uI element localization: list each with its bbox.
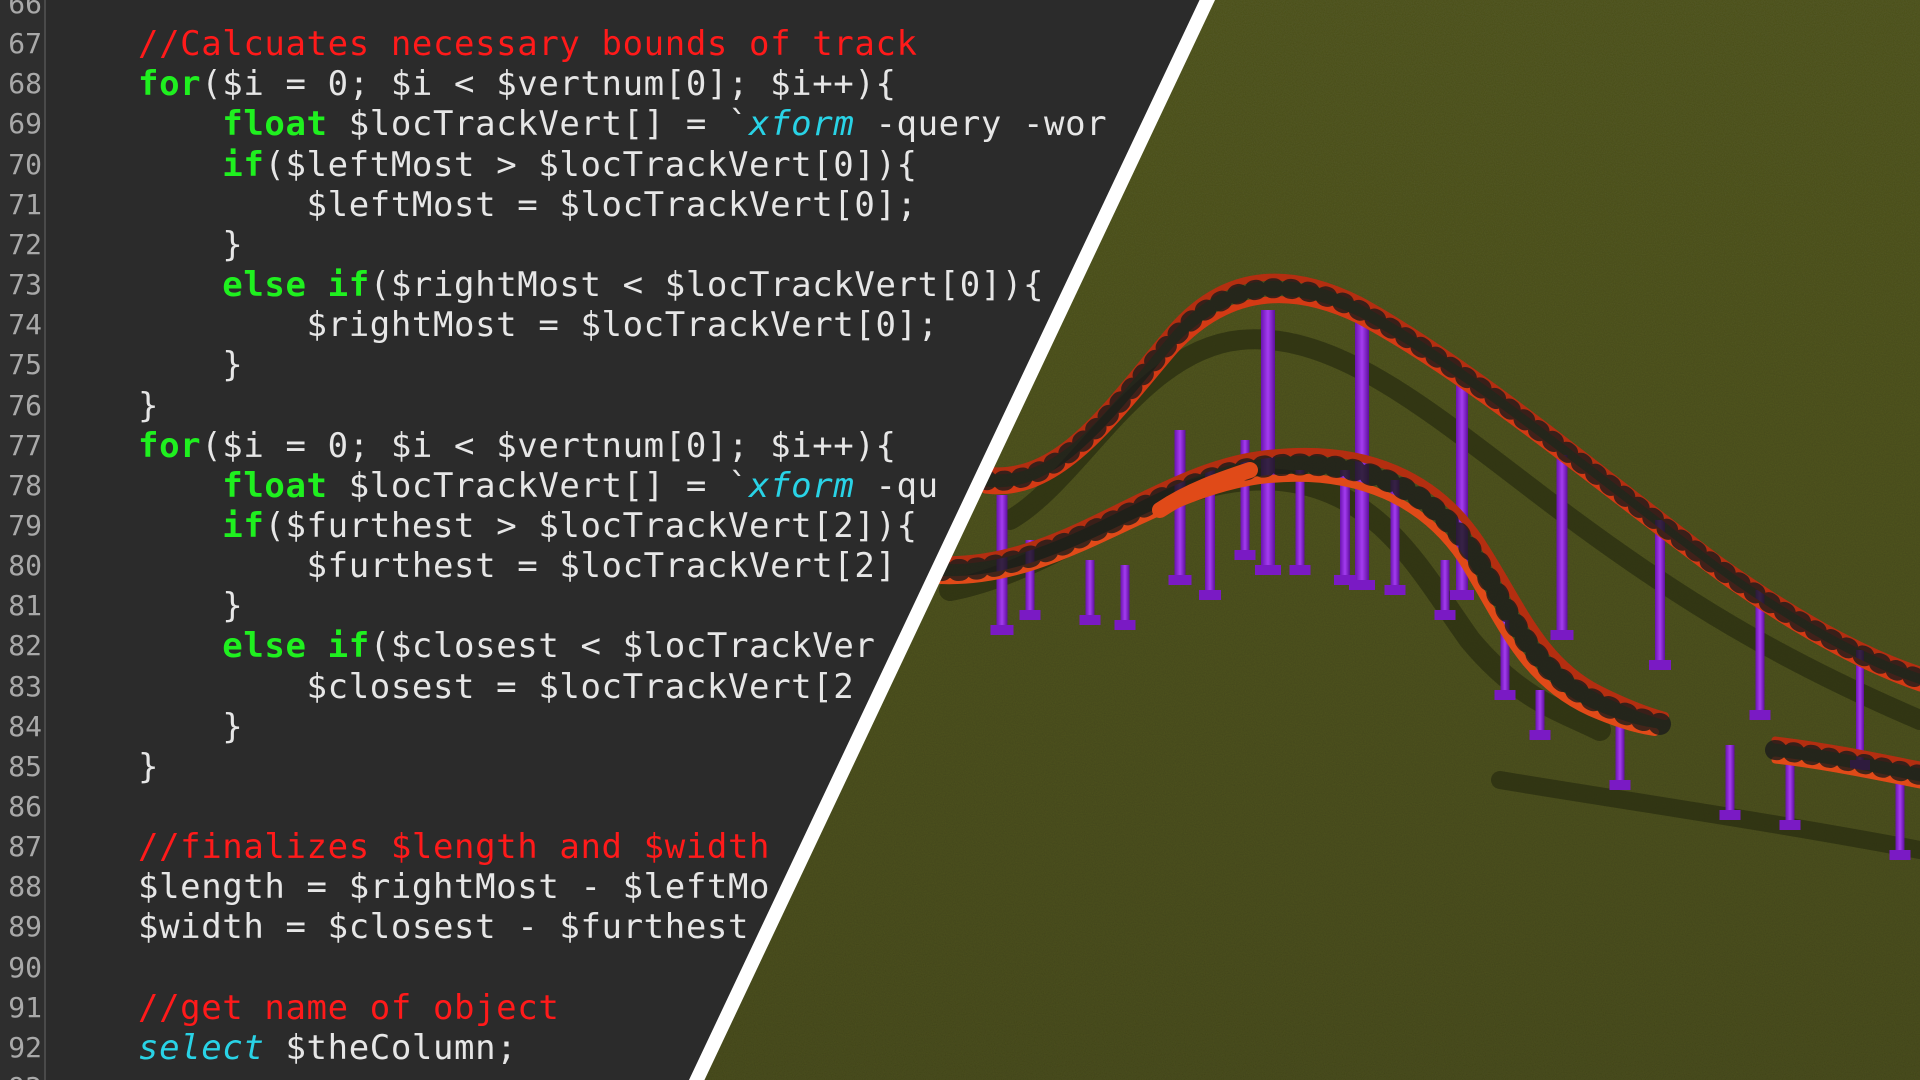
support-column-base bbox=[1114, 620, 1136, 630]
support-column bbox=[1895, 780, 1905, 860]
support-column bbox=[1261, 310, 1275, 575]
support-column-base bbox=[1434, 610, 1456, 620]
support-column-base bbox=[1289, 565, 1311, 575]
support-column bbox=[1340, 470, 1350, 585]
support-column-base bbox=[1234, 550, 1256, 560]
support-column bbox=[1615, 720, 1625, 790]
support-column-base bbox=[1494, 690, 1516, 700]
support-column bbox=[1295, 470, 1305, 575]
support-column bbox=[1655, 520, 1665, 670]
support-column-base bbox=[1334, 575, 1356, 585]
support-column-base bbox=[1609, 780, 1631, 790]
support-column-base bbox=[1649, 660, 1671, 670]
support-column-base bbox=[1779, 820, 1801, 830]
grass-ground bbox=[698, 0, 1920, 1080]
3d-render-viewport bbox=[688, 0, 1920, 1080]
support-column-base bbox=[1168, 575, 1192, 585]
support-column-base bbox=[1719, 810, 1741, 820]
support-column-base bbox=[1450, 590, 1474, 600]
support-column-base bbox=[1255, 565, 1281, 575]
support-column-base bbox=[1199, 590, 1221, 600]
support-column bbox=[1725, 745, 1735, 820]
support-column-base bbox=[1384, 585, 1406, 595]
support-column-base bbox=[1550, 630, 1574, 640]
support-column-base bbox=[1019, 610, 1041, 620]
support-column-base bbox=[1889, 850, 1911, 860]
support-column-base bbox=[1749, 710, 1771, 720]
support-column-base bbox=[990, 625, 1014, 635]
split-screen-composite: 66 67//Calcuates necessary bounds of trac… bbox=[0, 0, 1920, 1080]
support-column-base bbox=[1079, 615, 1101, 625]
support-column-base bbox=[1529, 730, 1551, 740]
support-column bbox=[1556, 455, 1568, 640]
support-column bbox=[1785, 760, 1795, 830]
